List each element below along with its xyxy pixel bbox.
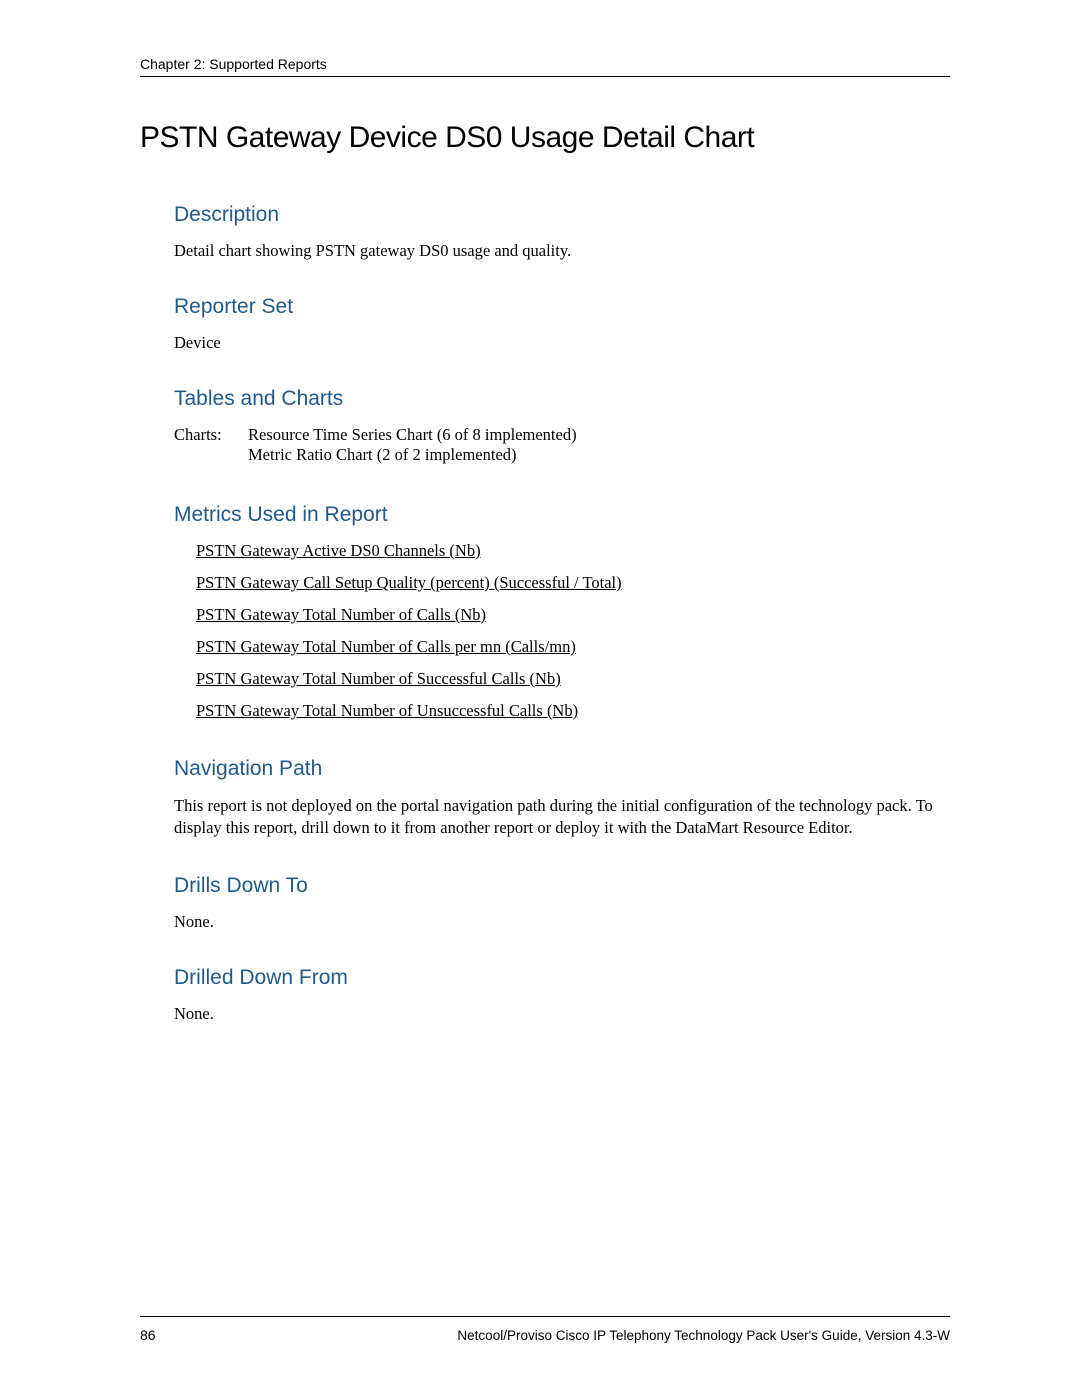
footer-guide-text: Netcool/Proviso Cisco IP Telephony Techn… xyxy=(457,1328,950,1343)
charts-line-1: Resource Time Series Chart (6 of 8 imple… xyxy=(248,425,577,445)
page-footer: 86 Netcool/Proviso Cisco IP Telephony Te… xyxy=(140,1316,950,1343)
heading-tables-charts: Tables and Charts xyxy=(174,387,950,411)
charts-label: Charts: xyxy=(174,425,248,445)
charts-line-2: Metric Ratio Chart (2 of 2 implemented) xyxy=(248,445,517,465)
metric-item[interactable]: PSTN Gateway Total Number of Calls per m… xyxy=(196,637,950,657)
section-drills-down-to: Drills Down To None. xyxy=(174,874,950,932)
section-description: Description Detail chart showing PSTN ga… xyxy=(174,203,950,261)
heading-reporter-set: Reporter Set xyxy=(174,295,950,319)
drills-down-to-text: None. xyxy=(174,912,950,932)
section-drilled-down-from: Drilled Down From None. xyxy=(174,966,950,1024)
heading-drilled-down-from: Drilled Down From xyxy=(174,966,950,990)
metric-item[interactable]: PSTN Gateway Total Number of Unsuccessfu… xyxy=(196,701,950,721)
section-tables-charts: Tables and Charts Charts: Resource Time … xyxy=(174,387,950,465)
reporter-set-text: Device xyxy=(174,333,950,353)
page-header: Chapter 2: Supported Reports xyxy=(140,56,950,77)
section-navigation-path: Navigation Path This report is not deplo… xyxy=(174,757,950,840)
navigation-path-text: This report is not deployed on the porta… xyxy=(174,795,950,840)
drilled-down-from-text: None. xyxy=(174,1004,950,1024)
chapter-label: Chapter 2: Supported Reports xyxy=(140,56,327,72)
metric-item[interactable]: PSTN Gateway Active DS0 Channels (Nb) xyxy=(196,541,950,561)
heading-navigation-path: Navigation Path xyxy=(174,757,950,781)
heading-description: Description xyxy=(174,203,950,227)
charts-label-empty xyxy=(174,445,248,465)
heading-metrics-used: Metrics Used in Report xyxy=(174,503,950,527)
document-page: Chapter 2: Supported Reports PSTN Gatewa… xyxy=(0,0,1080,1024)
charts-block: Charts: Resource Time Series Chart (6 of… xyxy=(174,425,950,465)
page-number: 86 xyxy=(140,1327,156,1343)
metric-item[interactable]: PSTN Gateway Total Number of Successful … xyxy=(196,669,950,689)
metric-item[interactable]: PSTN Gateway Total Number of Calls (Nb) xyxy=(196,605,950,625)
metrics-list: PSTN Gateway Active DS0 Channels (Nb) PS… xyxy=(196,541,950,721)
section-reporter-set: Reporter Set Device xyxy=(174,295,950,353)
heading-drills-down-to: Drills Down To xyxy=(174,874,950,898)
metric-item[interactable]: PSTN Gateway Call Setup Quality (percent… xyxy=(196,573,950,593)
section-metrics-used: Metrics Used in Report PSTN Gateway Acti… xyxy=(174,503,950,721)
description-text: Detail chart showing PSTN gateway DS0 us… xyxy=(174,241,950,261)
page-title: PSTN Gateway Device DS0 Usage Detail Cha… xyxy=(140,121,950,155)
